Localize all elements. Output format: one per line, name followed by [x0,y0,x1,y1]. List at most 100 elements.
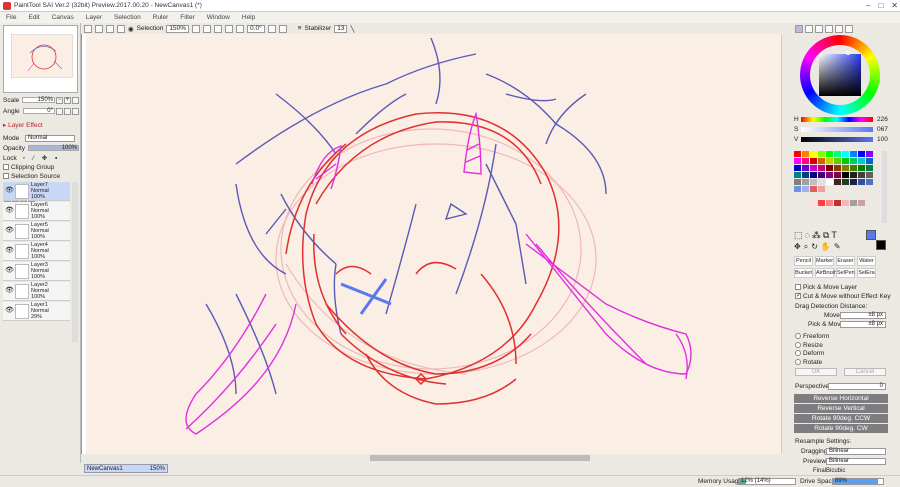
redo-button[interactable] [95,24,103,33]
maximize-icon[interactable]: □ [878,1,883,10]
color-swatch[interactable] [810,158,817,164]
color-swatch[interactable] [866,186,873,192]
canvas-horizontal-scroll-thumb[interactable] [370,455,590,461]
brush-marker[interactable]: Marker [815,256,834,266]
canvas-vertical-scrollbar[interactable] [781,34,788,454]
brush-selera[interactable]: SelEra [857,268,876,278]
color-swatch[interactable] [858,186,865,192]
color-swatch[interactable] [850,151,857,157]
color-swatch[interactable] [794,172,801,178]
color-wheel-tab[interactable] [795,25,803,33]
primary-color-swatch[interactable] [866,230,876,240]
color-swatch[interactable] [858,165,865,171]
layer-row[interactable]: 👁 Layer6 Normal 100% [3,202,70,221]
mode-select[interactable]: Normal [25,134,75,142]
color-swatch[interactable] [794,151,801,157]
radio-button[interactable] [795,358,801,365]
menu-help[interactable]: Help [236,14,261,21]
angle-slider[interactable]: 0° [22,108,55,114]
layer-row[interactable]: 👁 Layer1 Normal 29% [3,302,70,321]
cut-move-row[interactable]: ✓ Cut & Move without Effect Key [795,293,891,300]
pressure-icon[interactable]: ╲ [350,25,354,33]
menu-edit[interactable]: Edit [22,14,45,21]
color-swatch[interactable] [842,186,849,192]
rotate-left-button[interactable] [225,24,234,33]
menu-selection[interactable]: Selection [108,14,147,21]
zoom-reset-button[interactable] [214,24,223,33]
color-swatch[interactable] [842,179,849,185]
zoom-in-button[interactable] [203,24,212,33]
color-swatch[interactable] [802,207,809,213]
deselect-button[interactable] [106,24,114,33]
color-swatch[interactable] [826,186,833,192]
brush-bucket[interactable]: Bucket [794,268,813,278]
rgb-slider-tab[interactable] [805,25,813,33]
scale-plus-button[interactable]: + [64,96,71,104]
color-swatch[interactable] [842,151,849,157]
reverse-vertical-button[interactable]: Reverse Vertical [794,404,888,413]
move-icon[interactable]: ✥ [794,242,801,252]
color-swatch[interactable] [842,200,849,206]
color-swatch[interactable] [866,172,873,178]
color-swatch[interactable] [850,200,857,206]
perspective-slider[interactable]: 0 [828,383,886,390]
color-swatch[interactable] [834,165,841,171]
color-swatch[interactable] [834,193,841,199]
stabilizer-field[interactable]: 13 [334,24,348,33]
layer-row[interactable]: 👁 Layer7 Normal 100% [3,182,70,201]
color-swatch[interactable] [802,179,809,185]
transform-rotate-option[interactable]: Rotate [795,359,829,368]
final-select[interactable]: Bicubic [826,468,845,474]
visibility-eye-icon[interactable]: 👁 [5,287,14,295]
color-swatch[interactable] [834,179,841,185]
color-swatch[interactable] [802,158,809,164]
swatches-tab[interactable] [835,25,843,33]
text-tool-icon[interactable]: T [831,230,837,241]
pick-move-layer-checkbox[interactable] [795,284,801,291]
color-swatch[interactable] [850,179,857,185]
color-swatch[interactable] [810,186,817,192]
radio-button[interactable] [795,341,801,348]
minimize-icon[interactable]: – [866,1,870,10]
color-swatch[interactable] [834,200,841,206]
magic-wand-icon[interactable]: ⁂ [812,230,821,241]
color-swatch[interactable] [850,186,857,192]
color-swatch[interactable] [818,151,825,157]
rectangle-select-icon[interactable]: ⬚ [794,230,803,241]
visibility-eye-icon[interactable]: 👁 [5,227,14,235]
dragging-select[interactable]: Bilinear [826,448,886,455]
pick-move-layer-row[interactable]: Pick & Move Layer [795,284,857,291]
clipping-group-checkbox[interactable] [3,164,9,170]
color-wheel[interactable] [800,35,880,115]
color-swatch[interactable] [802,200,809,206]
preview-select[interactable]: Bilinear [826,458,886,465]
scratchpad-tab[interactable] [845,25,853,33]
color-swatch[interactable] [818,165,825,171]
color-swatch[interactable] [802,165,809,171]
flip-view-button[interactable] [278,24,287,33]
layer-row[interactable]: 👁 Layer4 Normal 100% [3,242,70,261]
color-swatch[interactable] [826,151,833,157]
color-swatch[interactable] [818,179,825,185]
scale-slider[interactable]: 150% [22,97,55,103]
radio-button[interactable] [795,333,801,340]
rotate-ccw-button[interactable]: Rotate 90deg. CCW [794,414,888,423]
menu-window[interactable]: Window [201,14,236,21]
invert-selection-button[interactable] [117,24,125,33]
color-swatch[interactable] [858,193,865,199]
reverse-horizontal-button[interactable]: Reverse Horizontal [794,394,888,403]
rotate-right-button[interactable] [236,24,245,33]
angle-minus-button[interactable] [56,107,63,115]
hue-marker[interactable] [846,51,850,55]
canvas-tab[interactable]: NewCanvas1 150% [84,464,168,473]
brush-eraser[interactable]: Eraser [836,256,855,266]
color-swatch[interactable] [858,151,865,157]
layer-list-scrollbar[interactable] [72,182,78,342]
visibility-eye-icon[interactable]: 👁 [5,207,14,215]
color-swatch[interactable] [858,179,865,185]
color-swatch[interactable] [818,158,825,164]
rotate-icon[interactable]: ↻ [811,242,818,252]
color-swatch[interactable] [810,151,817,157]
zoom-field[interactable]: 150% [166,24,190,33]
menu-ruler[interactable]: Ruler [147,14,175,21]
